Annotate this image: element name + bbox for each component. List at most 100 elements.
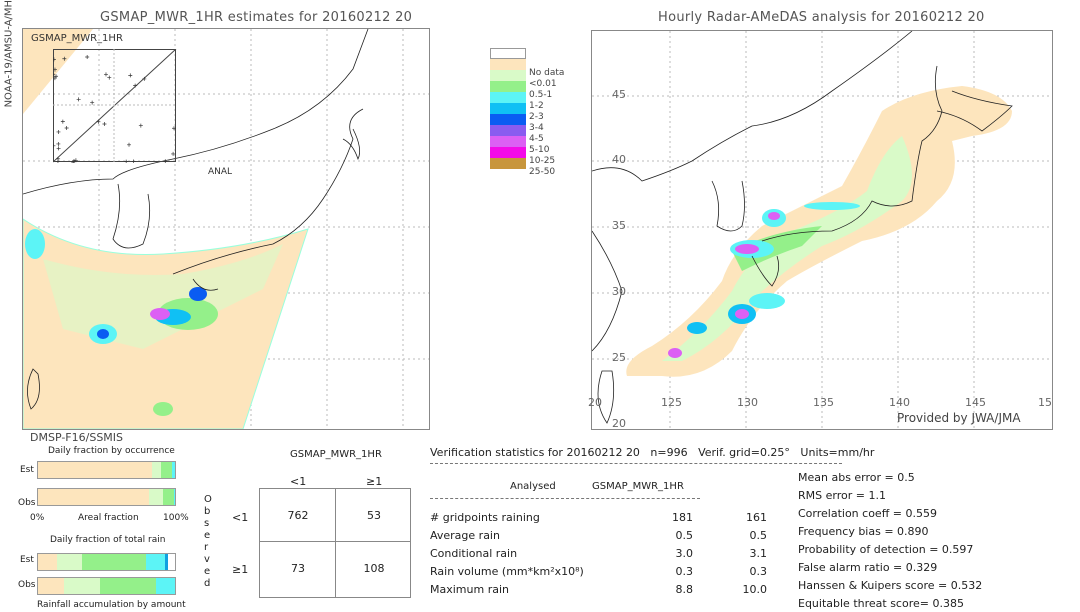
scatter-ylabel: GSMAP_MWR_1HR <box>31 33 123 44</box>
left-map: GSMAP_MWR_1HR ANAL <box>22 28 430 430</box>
legend-label: 0.5-1 <box>529 90 553 100</box>
rain-obs-label: Obs <box>18 580 36 590</box>
stat-gsmap-value: 0.5 <box>749 529 768 542</box>
axis-mid: Areal fraction <box>78 513 139 523</box>
verification-figure: NOAA-19/AMSU-A/MHS GSMAP_MWR_1HR estimat… <box>0 0 1080 612</box>
lon-label: 15 <box>1038 396 1052 409</box>
bar-segment <box>38 489 149 505</box>
contingency-table: 762 53 73 108 <box>259 488 411 598</box>
legend-label: <0.01 <box>529 79 557 89</box>
score-line: False alarm ratio = 0.329 <box>798 561 938 574</box>
lon-label: 20 <box>588 396 602 409</box>
scatter-point <box>56 141 61 146</box>
scatter-point <box>107 75 112 80</box>
scatter-point <box>90 100 95 105</box>
score-line: Frequency bias = 0.890 <box>798 525 929 538</box>
lat-label: 45 <box>612 88 626 101</box>
scatter-point <box>56 156 61 161</box>
scatter-point <box>171 151 176 156</box>
bar-segment <box>38 578 65 594</box>
rain-est-label: Est <box>20 555 34 565</box>
bar-segment <box>173 489 175 505</box>
col-label-ge1: ≥1 <box>366 475 383 488</box>
legend-swatch <box>490 92 526 103</box>
sensor-label: DMSP-F16/SSMIS <box>30 431 124 444</box>
bar-segment <box>160 462 173 478</box>
bar-segment <box>57 554 82 570</box>
right-map: Provided by JWA/JMA <box>591 30 1053 430</box>
bar-segment <box>155 578 175 594</box>
divider <box>430 498 700 499</box>
left-map-title: GSMAP_MWR_1HR estimates for 20160212 20 <box>100 10 413 25</box>
bar-segment <box>146 554 166 570</box>
bar-segment <box>172 462 175 478</box>
legend-swatch <box>490 125 526 136</box>
color-legend: No data <0.01 0.5-1 1-2 2-3 3-4 4-5 5-10 10-25 25… <box>490 48 580 177</box>
score-line: Probability of detection = 0.597 <box>798 543 974 556</box>
occurrence-title: Daily fraction by occurrence <box>48 446 175 456</box>
stat-row-label: Average rain <box>430 529 500 542</box>
scatter-xlabel: ANAL <box>208 167 233 177</box>
legend-swatch <box>490 59 526 70</box>
stat-analysed-value: 0.3 <box>675 565 694 578</box>
legend-label: 3-4 <box>529 123 544 133</box>
legend-label: 1-2 <box>529 101 544 111</box>
stat-row-label: Maximum rain <box>430 583 509 596</box>
rain-est-bar <box>37 553 176 571</box>
scatter-point <box>96 119 101 124</box>
row-label-ge1: ≥1 <box>232 563 249 576</box>
scatter-point <box>163 159 168 163</box>
scatter-inset <box>53 49 177 163</box>
total-rain-footer: Rainfall accumulation by amount <box>37 600 186 610</box>
scatter-point <box>53 143 56 148</box>
lat-label: 40 <box>612 153 626 166</box>
bar-segment <box>162 489 174 505</box>
lat-label: 35 <box>612 219 626 232</box>
legend-swatch <box>490 147 526 158</box>
stat-analysed-value: 181 <box>672 511 693 524</box>
legend-label: 5-10 <box>529 145 550 155</box>
legend-swatch <box>490 70 526 81</box>
scatter-point <box>56 129 61 134</box>
bar-segment <box>38 554 58 570</box>
scatter-point <box>127 142 132 147</box>
scatter-point <box>102 122 107 127</box>
scatter-point <box>56 146 61 151</box>
scatter-point <box>138 123 143 128</box>
row-label-lt1: <1 <box>232 511 249 524</box>
bar-segment <box>151 462 161 478</box>
rain-obs-bar <box>37 577 176 595</box>
legend-label: 4-5 <box>529 134 544 144</box>
observed-vertical-label: Observed <box>204 494 212 589</box>
occ-obs-label: Obs <box>18 498 36 508</box>
legend-swatch-white <box>490 48 526 59</box>
scatter-point <box>103 72 108 77</box>
legend-swatch <box>490 114 526 125</box>
divider <box>430 463 842 464</box>
legend-label: 25-50 <box>529 167 556 177</box>
lon-label: 125 <box>661 396 682 409</box>
scatter-point <box>60 119 65 124</box>
col-analysed: Analysed <box>510 481 556 492</box>
scatter-point <box>62 56 67 61</box>
axis-right: 100% <box>163 513 189 523</box>
right-map-title: Hourly Radar-AMeDAS analysis for 2016021… <box>658 10 985 25</box>
score-line: Hanssen & Kuipers score = 0.532 <box>798 579 983 592</box>
cell-obs-lt1-est-lt1: 762 <box>287 509 309 522</box>
bar-segment <box>168 554 175 570</box>
bar-segment <box>64 578 100 594</box>
occurrence-obs-bar <box>37 488 176 506</box>
score-line: Mean abs error = 0.5 <box>798 471 915 484</box>
lon-label: 145 <box>965 396 986 409</box>
lon-label: 140 <box>889 396 910 409</box>
cell-obs-lt1-est-ge1: 53 <box>367 509 381 522</box>
legend-label: 2-3 <box>529 112 544 122</box>
scatter-point <box>133 83 138 88</box>
occ-est-label: Est <box>20 465 34 475</box>
scatter-point <box>128 73 133 78</box>
scatter-point <box>53 72 56 77</box>
lat-label: 25 <box>612 351 626 364</box>
stat-gsmap-value: 3.1 <box>749 547 768 560</box>
cell-obs-ge1-est-ge1: 108 <box>363 562 385 575</box>
cell-obs-ge1-est-lt1: 73 <box>291 562 305 575</box>
